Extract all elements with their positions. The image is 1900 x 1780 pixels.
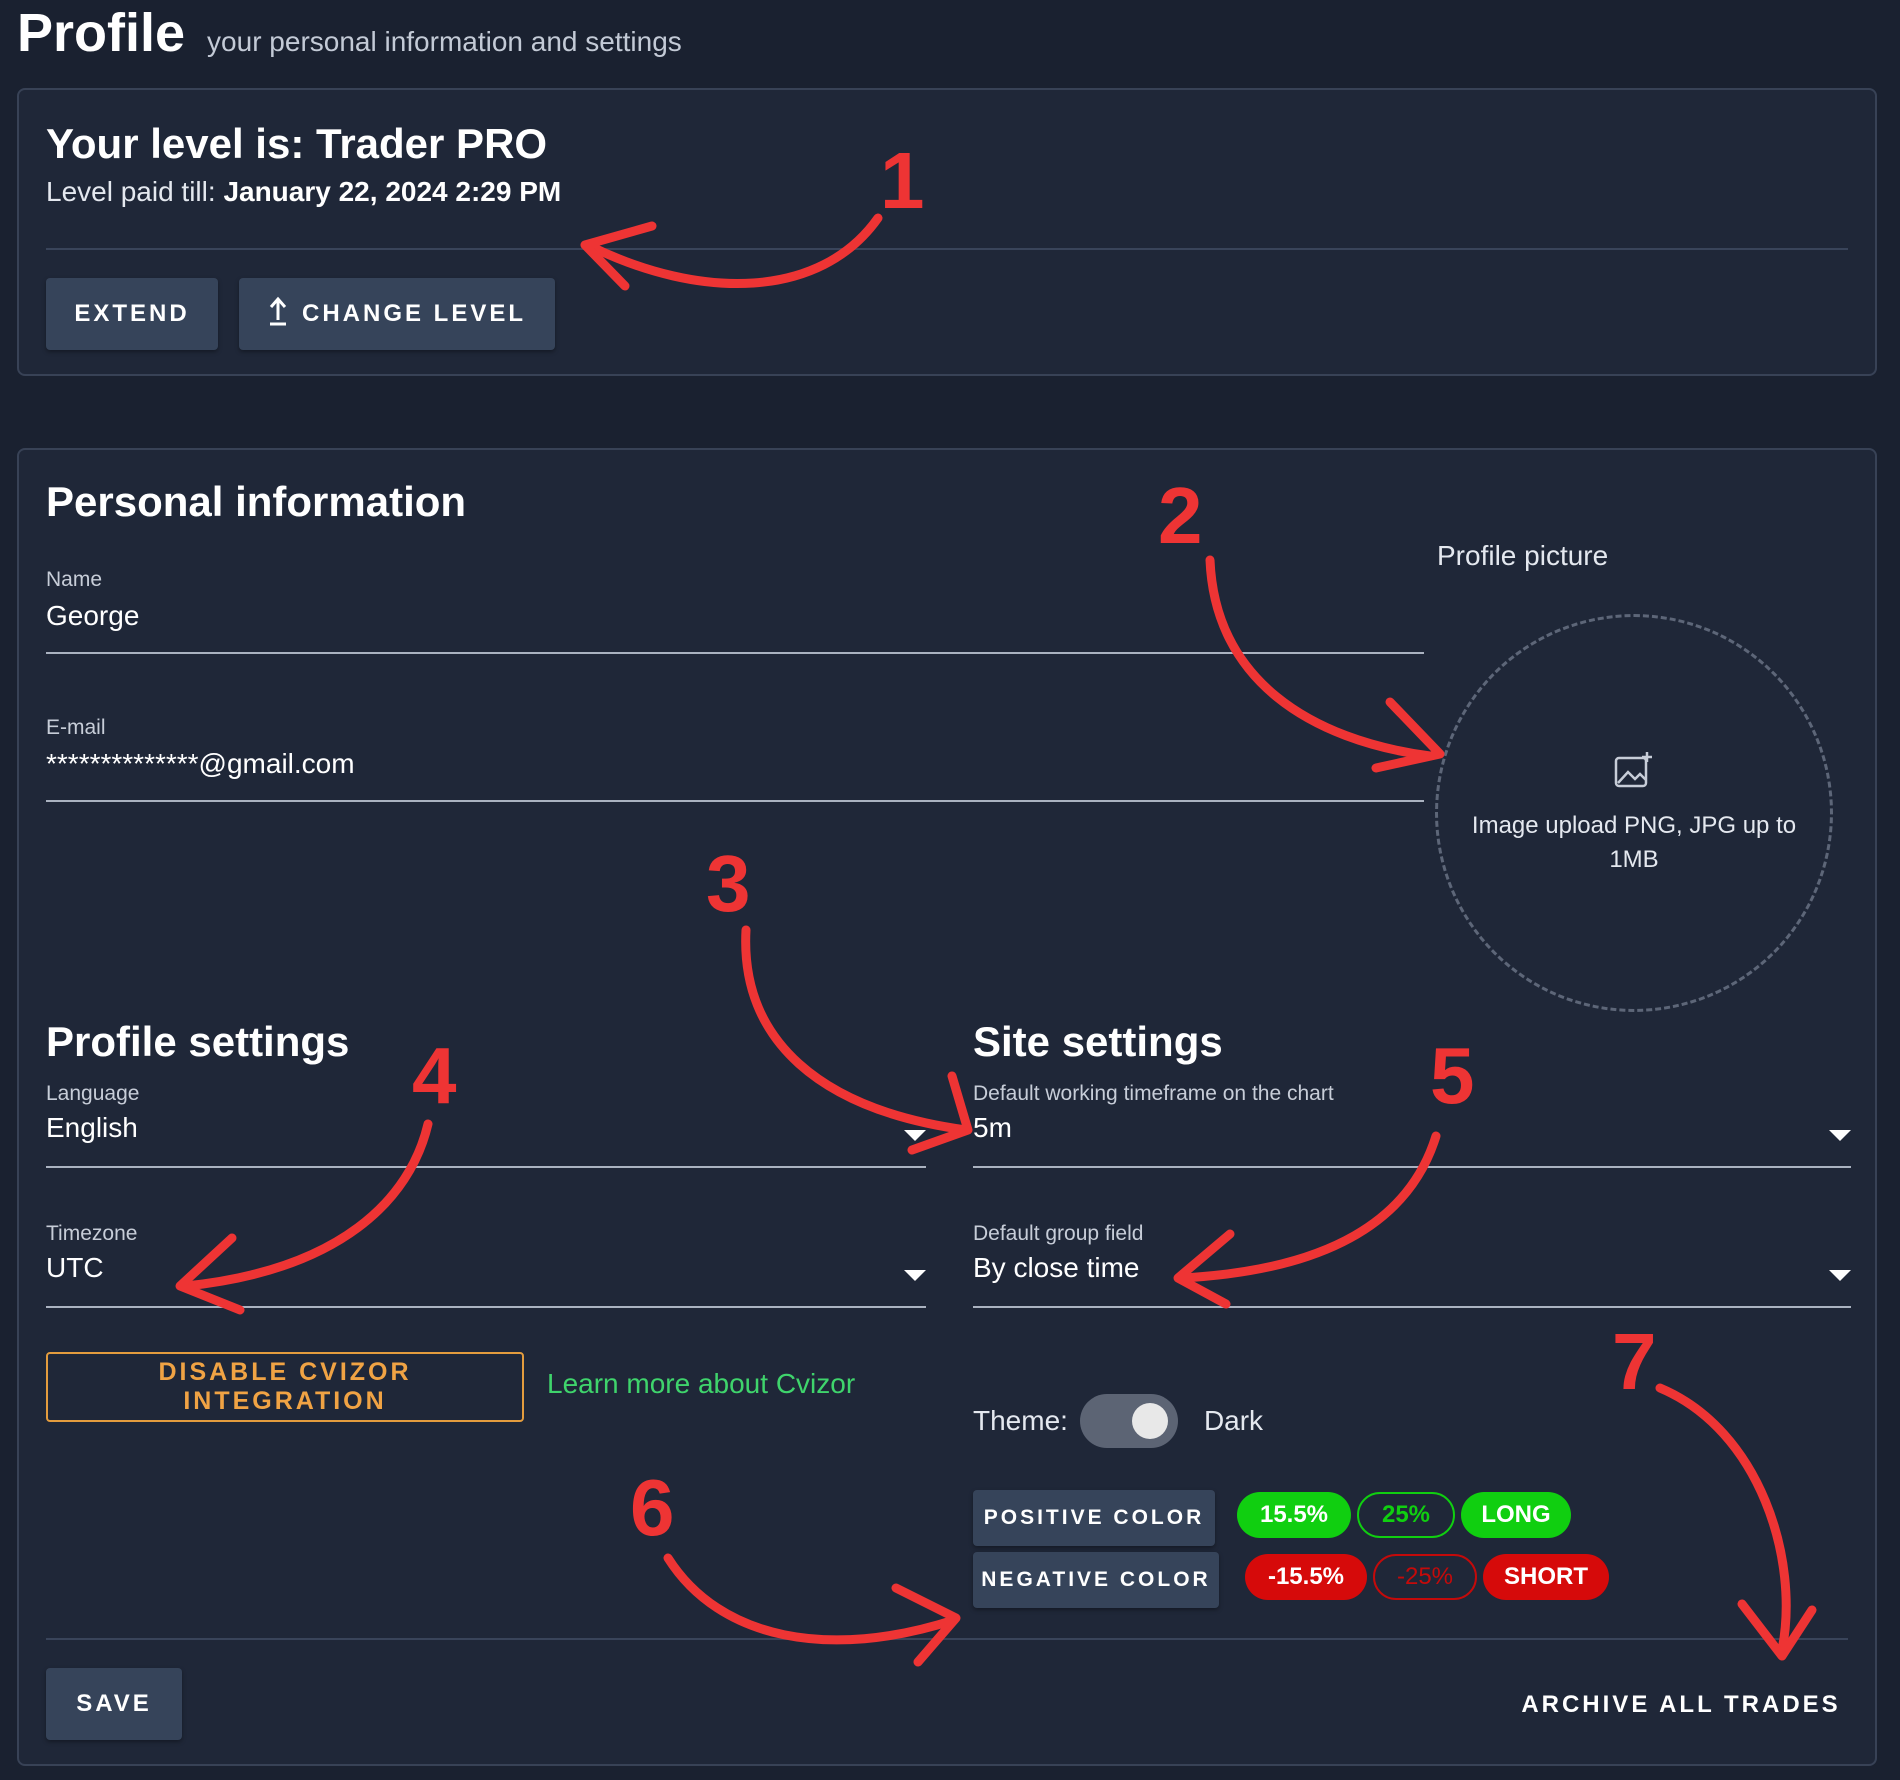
arrow-5-head (1173, 1229, 1235, 1309)
arrow-3 (741, 925, 971, 1135)
annotation-arrows (175, 213, 1817, 1667)
arrow-4 (181, 1119, 433, 1291)
annotation-5: 5 (1430, 1031, 1475, 1120)
annotation-2: 2 (1158, 471, 1203, 560)
arrow-7-head (1737, 1599, 1817, 1661)
annotation-7: 7 (1612, 1317, 1657, 1406)
arrow-2 (1205, 555, 1435, 761)
annotation-3: 3 (706, 839, 751, 928)
annotation-1: 1 (880, 136, 925, 225)
arrow-2-head (1371, 697, 1445, 773)
arrow-5 (1177, 1131, 1441, 1283)
arrow-3-head (907, 1071, 973, 1155)
arrow-7 (1655, 1383, 1791, 1655)
annotation-6: 6 (630, 1463, 675, 1552)
annotation-4: 4 (412, 1031, 457, 1120)
arrow-4-head (175, 1233, 245, 1315)
